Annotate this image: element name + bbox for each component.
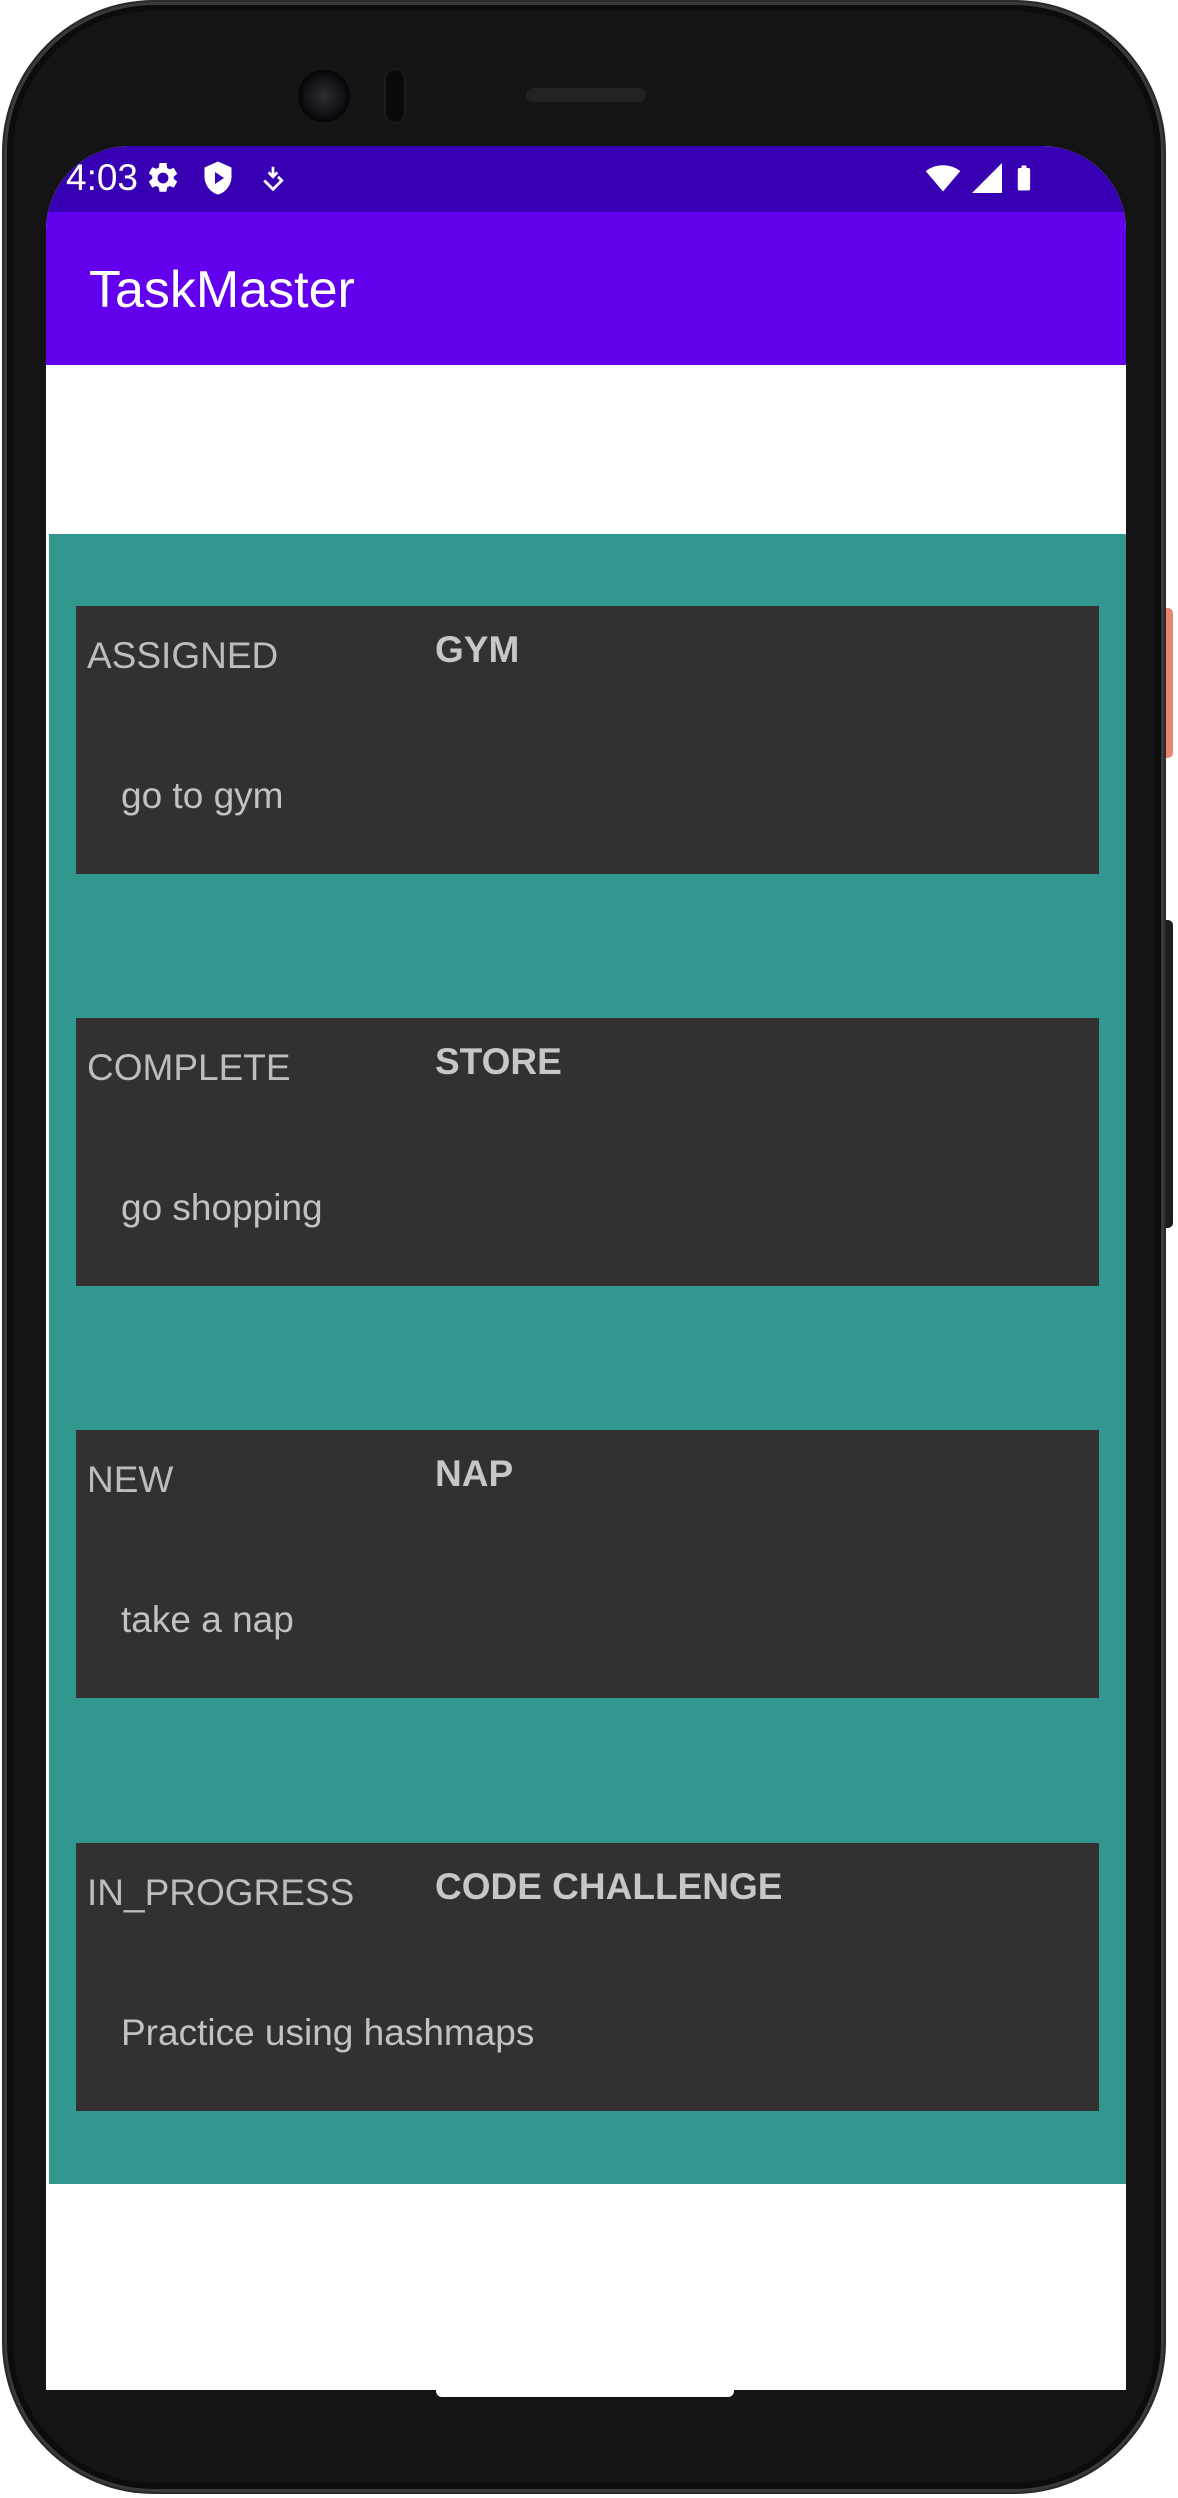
volume-buttons[interactable] xyxy=(1164,920,1173,1228)
task-title: STORE xyxy=(435,1041,562,1082)
signal-icon xyxy=(972,163,1002,193)
shield-play-icon xyxy=(204,161,232,195)
wifi-icon xyxy=(925,165,961,192)
battery-icon xyxy=(1017,165,1031,191)
status-time: 4:03 xyxy=(66,157,139,198)
task-body: go shopping xyxy=(121,1187,323,1228)
task-title: NAP xyxy=(435,1453,514,1494)
task-state: NEW xyxy=(87,1459,174,1500)
screen: 4:03 TaskMaster ASSIGNED GYM go to gym C… xyxy=(46,146,1126,2390)
proximity-sensor xyxy=(384,68,406,124)
gear-icon xyxy=(148,162,178,192)
earpiece-speaker xyxy=(526,88,646,102)
task-card[interactable]: NEW NAP take a nap xyxy=(76,1430,1099,1698)
task-list[interactable]: ASSIGNED GYM go to gym COMPLETE STORE go… xyxy=(49,534,1126,2184)
power-button[interactable] xyxy=(1164,608,1173,758)
task-state: IN_PROGRESS xyxy=(87,1872,355,1913)
task-card[interactable]: ASSIGNED GYM go to gym xyxy=(76,606,1099,874)
status-bar: 4:03 xyxy=(46,146,1126,212)
home-indicator[interactable] xyxy=(436,2385,734,2397)
download-icon xyxy=(263,166,284,192)
task-title: CODE CHALLENGE xyxy=(435,1866,783,1907)
task-state: ASSIGNED xyxy=(87,635,279,676)
app-title: TaskMaster xyxy=(89,261,355,319)
app-bar: TaskMaster xyxy=(46,212,1126,365)
task-card[interactable]: IN_PROGRESS CODE CHALLENGE Practice usin… xyxy=(76,1843,1099,2111)
front-camera xyxy=(298,70,350,122)
task-body: go to gym xyxy=(121,775,284,816)
task-body: Practice using hashmaps xyxy=(121,2012,535,2053)
task-title: GYM xyxy=(435,629,520,670)
task-state: COMPLETE xyxy=(87,1047,291,1088)
device: 4:03 TaskMaster ASSIGNED GYM go to gym C… xyxy=(0,0,1178,2498)
task-body: take a nap xyxy=(121,1599,294,1640)
task-card[interactable]: COMPLETE STORE go shopping xyxy=(76,1018,1099,1286)
